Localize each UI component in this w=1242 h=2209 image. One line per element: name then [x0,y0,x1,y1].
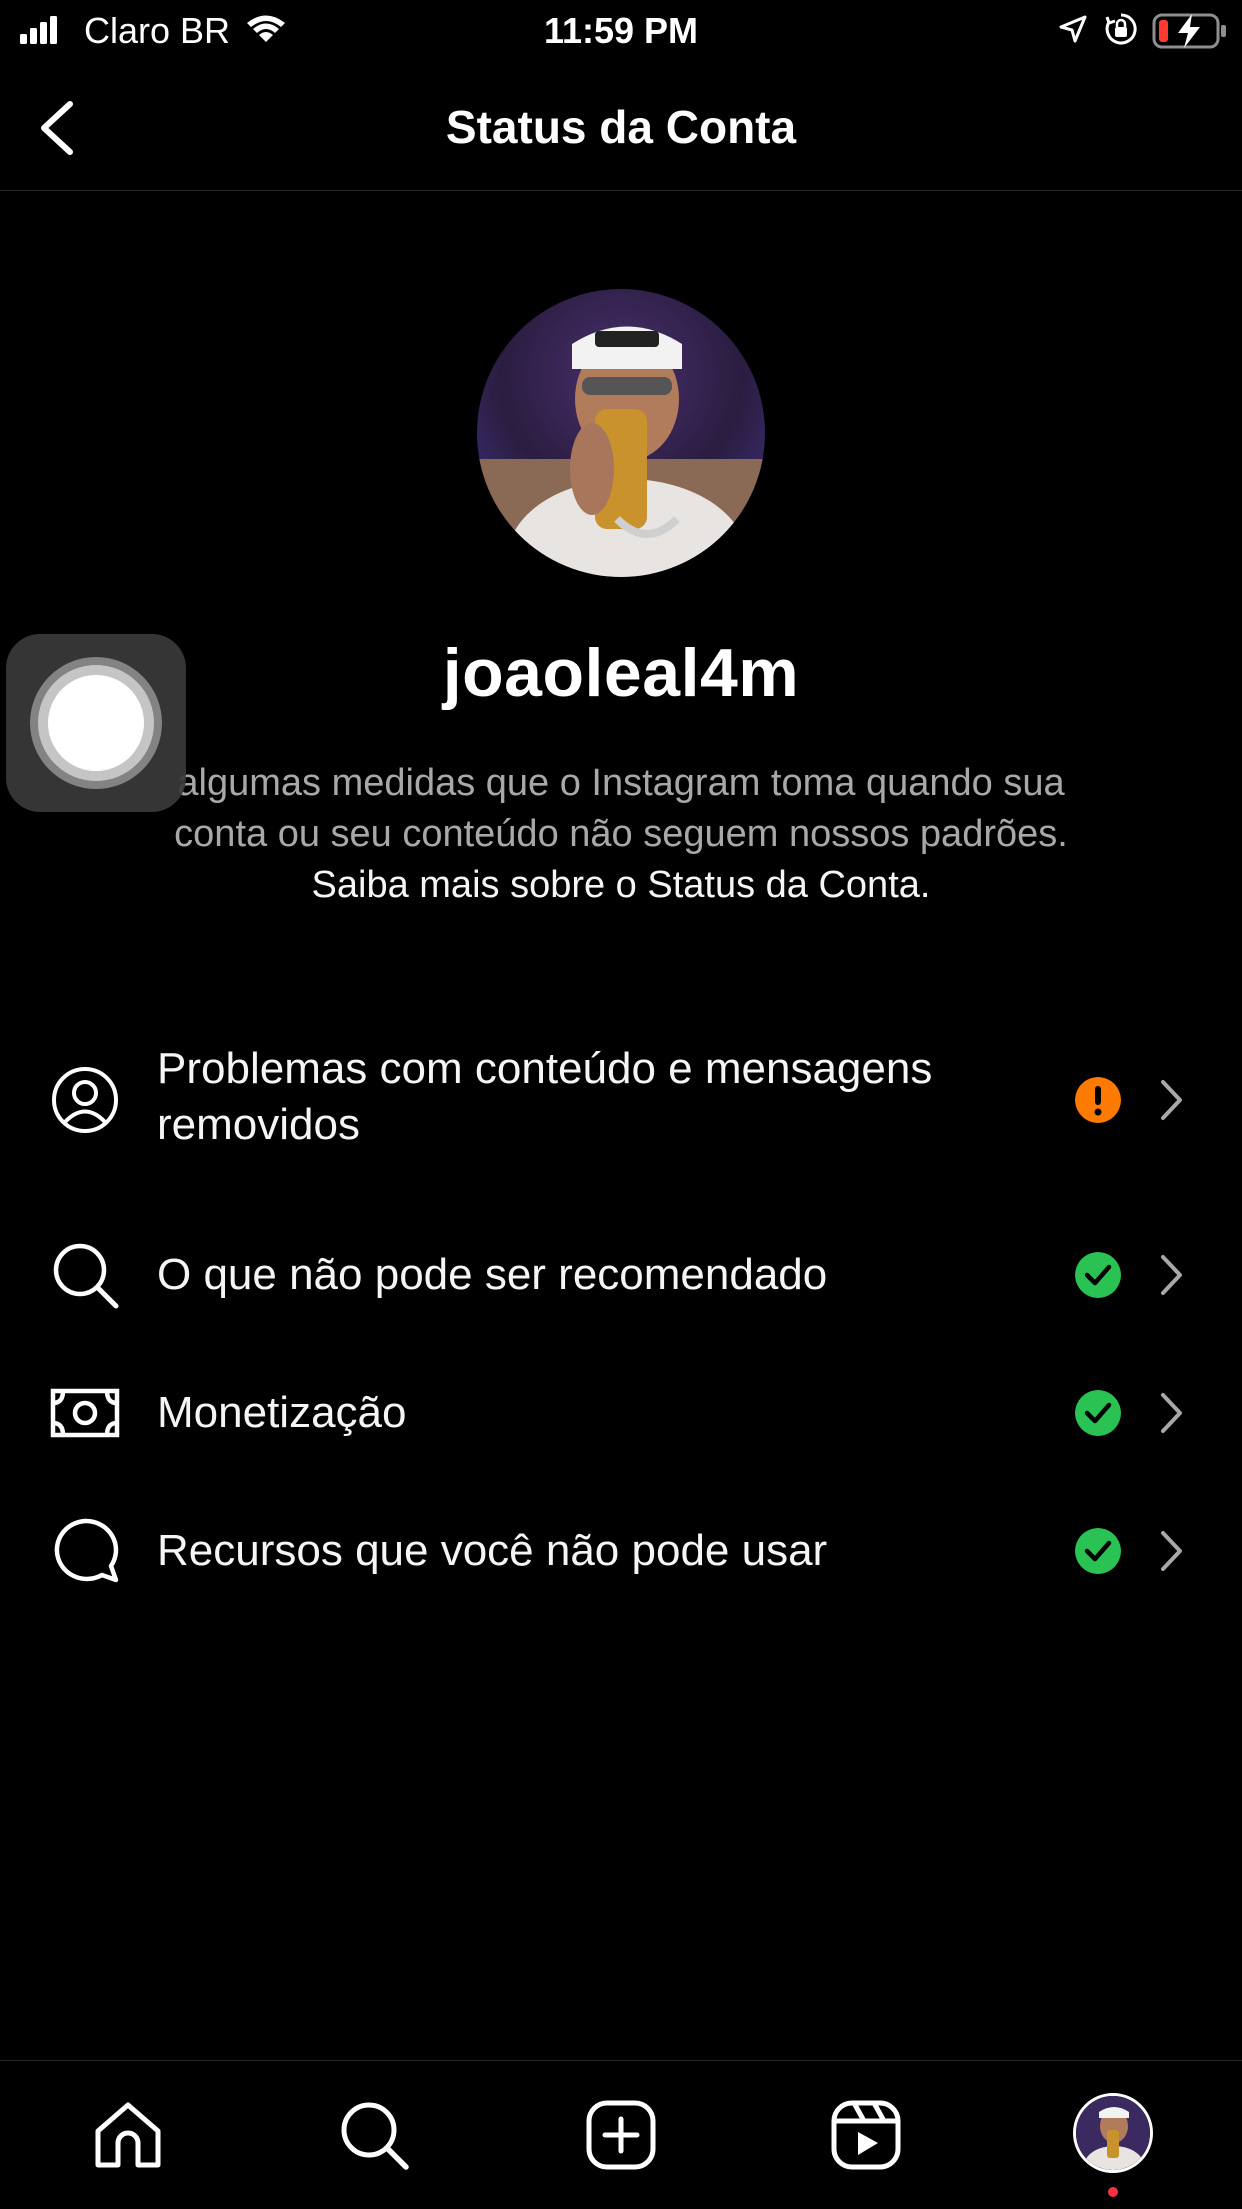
speech-bubble-icon [54,1518,119,1583]
list-item-features[interactable]: Recursos que você não pode usar [0,1496,1242,1606]
chevron-right-icon [1161,1531,1182,1571]
list-item-monetization[interactable]: Monetização [0,1358,1242,1468]
check-status-icon [1075,1390,1121,1436]
list-item-label: Monetização [157,1388,407,1437]
status-bar: Claro BR 11:59 PM [0,0,1242,62]
assistive-touch-ring [30,657,162,789]
list-item-label: O que não pode ser recomendado [157,1250,828,1299]
profile-tab-avatar[interactable] [1073,2093,1153,2173]
notification-dot [1108,2187,1118,2197]
list-item-label: Problemas com conteúdo e mensagens remov… [157,1044,933,1149]
username: joaoleal4m [442,635,800,711]
location-arrow-icon [1059,15,1087,43]
warning-status-icon [1075,1077,1121,1123]
chevron-right-icon [1161,1255,1182,1295]
check-status-icon [1075,1252,1121,1298]
check-status-icon [1075,1528,1121,1574]
search-icon [53,1243,119,1309]
bottom-tab-bar [0,2060,1242,2209]
money-icon [50,1388,120,1438]
list-item-content-issues[interactable]: Problemas com conteúdo e mensagens remov… [0,1035,1242,1165]
search-icon[interactable] [336,2097,412,2173]
assistive-touch-core [48,675,144,771]
list-item-recommendations[interactable]: O que não pode ser recomendado [0,1220,1242,1330]
page-title: Status da Conta [445,101,797,153]
assistive-touch-inner-ring [38,665,154,781]
list-item-label: Recursos que você não pode usar [157,1526,828,1575]
clock: 11:59 PM [543,10,699,51]
assistive-touch-button[interactable] [6,634,186,812]
home-icon[interactable] [90,2097,166,2173]
chevron-right-icon [1161,1080,1182,1120]
battery-charging-icon [1152,13,1226,49]
description-text: algumas medidas que o Instagram toma qua… [174,762,1068,855]
header: Status da Conta [0,62,1242,191]
learn-more-link[interactable]: Saiba mais sobre o Status da Conta. [312,864,931,906]
user-circle-icon [52,1067,118,1133]
chevron-right-icon [1161,1393,1182,1433]
profile-avatar [477,289,765,577]
orientation-lock-icon [1105,13,1137,45]
create-post-icon[interactable] [583,2097,659,2173]
reels-icon[interactable] [828,2097,904,2173]
account-status-description: algumas medidas que o Instagram toma qua… [150,758,1092,911]
